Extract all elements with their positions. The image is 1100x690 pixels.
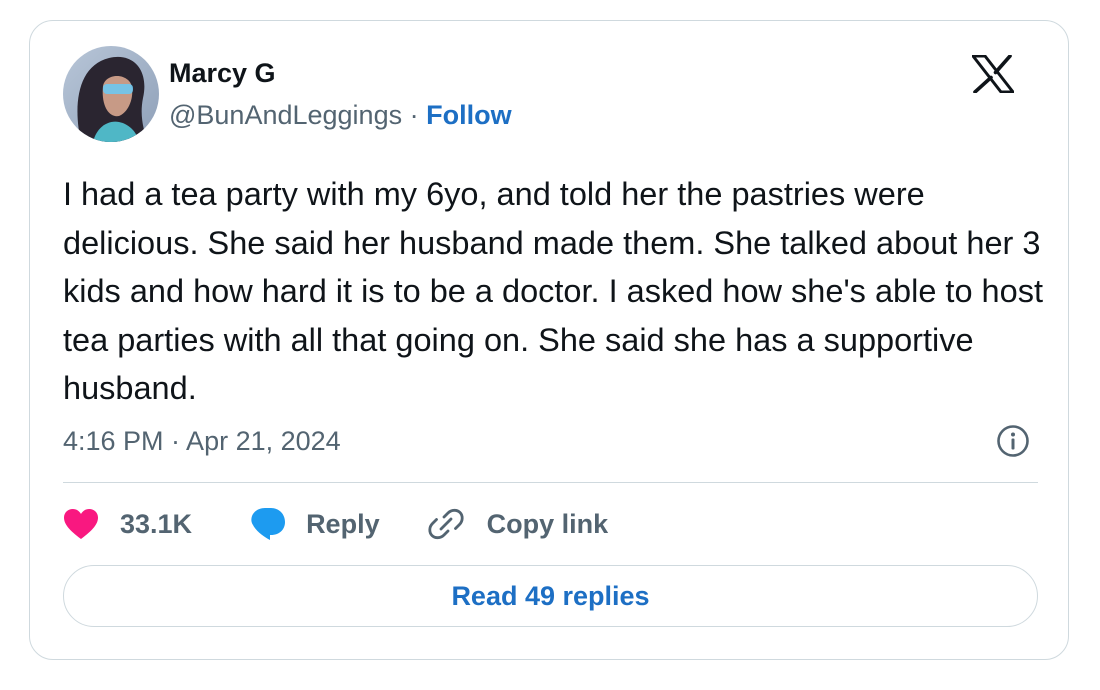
follow-button[interactable]: Follow: [426, 100, 511, 130]
avatar[interactable]: [63, 46, 159, 142]
x-logo-icon[interactable]: [972, 55, 1014, 93]
divider: [63, 482, 1038, 483]
author-display-name[interactable]: Marcy G: [169, 56, 276, 90]
copy-link-button[interactable]: Copy link: [428, 506, 609, 542]
tweet-text: I had a tea party with my 6yo, and told …: [63, 176, 1043, 406]
reply-bubble-icon: [251, 508, 286, 540]
tweet-card: Marcy G @BunAndLeggings · Follow I had a…: [29, 20, 1069, 660]
copy-link-label: Copy link: [486, 509, 609, 539]
info-icon[interactable]: [996, 424, 1030, 458]
like-count: 33.1K: [120, 509, 193, 539]
author-handle[interactable]: @BunAndLeggings: [169, 100, 402, 130]
reply-label: Reply: [306, 509, 380, 539]
reply-button[interactable]: Reply: [250, 506, 380, 542]
handle-separator: ·: [409, 100, 419, 130]
tweet-timestamp[interactable]: 4:16 PM · Apr 21, 2024: [63, 424, 341, 458]
profile-photo-icon: [63, 46, 159, 142]
heart-icon: [64, 509, 98, 539]
action-bar: 33.1K Reply Copy link: [63, 504, 608, 544]
author-handle-row: @BunAndLeggings · Follow: [169, 98, 512, 132]
link-icon: [428, 508, 464, 540]
like-button[interactable]: 33.1K: [63, 507, 192, 541]
read-replies-button[interactable]: Read 49 replies: [63, 565, 1038, 627]
